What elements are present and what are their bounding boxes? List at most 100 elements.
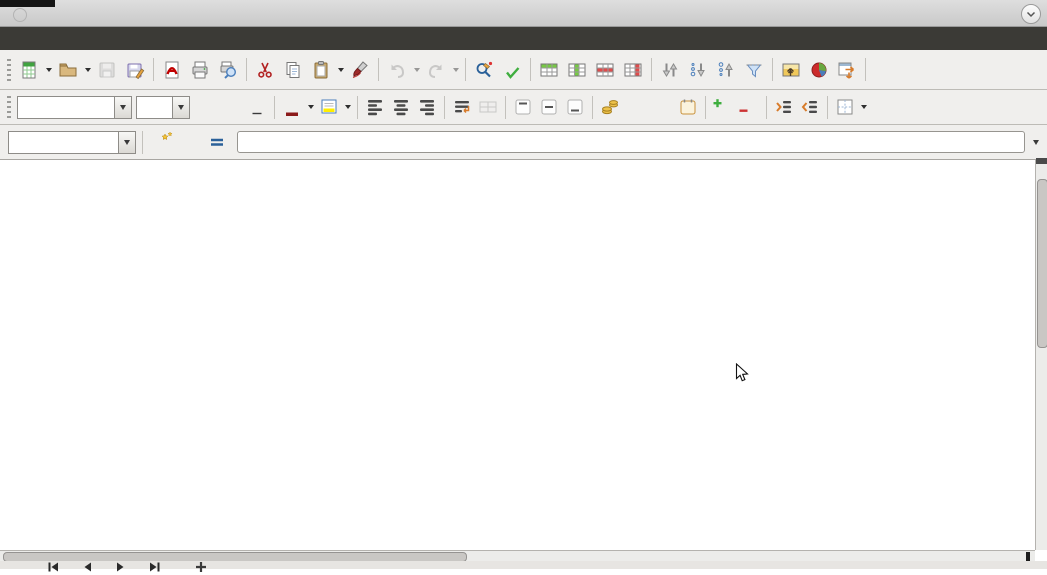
borders-button[interactable] [832, 94, 858, 120]
currency-format-button[interactable] [597, 94, 623, 120]
previous-sheet-button[interactable] [76, 561, 97, 575]
name-box-dropdown[interactable] [118, 131, 136, 154]
center-vertically-button[interactable] [536, 94, 562, 120]
italic-button[interactable] [218, 94, 244, 120]
align-bottom-button[interactable] [562, 94, 588, 120]
title-bar [0, 0, 1047, 27]
highlight-color-button[interactable] [316, 94, 342, 120]
number-format-icon [650, 97, 674, 117]
redo-arrow-icon [426, 60, 446, 80]
last-sheet-button[interactable] [144, 561, 165, 575]
save-button[interactable] [93, 56, 121, 84]
spelling-button[interactable] [498, 56, 526, 84]
clone-formatting-button[interactable] [346, 56, 374, 84]
vertical-scrollbar[interactable] [1035, 160, 1047, 550]
date-format-button[interactable] [675, 94, 701, 120]
toolbar-separator [592, 96, 593, 119]
underline-button[interactable] [244, 94, 270, 120]
add-sheet-button[interactable] [190, 561, 211, 575]
font-size-value[interactable] [136, 96, 172, 119]
freeze-panes-button[interactable] [833, 56, 861, 84]
undo-button[interactable] [383, 56, 411, 84]
insert-row-button[interactable] [535, 56, 563, 84]
paste-button[interactable] [307, 56, 335, 84]
dropdown-triangle-icon [120, 105, 126, 110]
mouse-cursor [735, 363, 749, 384]
sort-button[interactable] [656, 56, 684, 84]
horizontal-scrollbar[interactable] [0, 550, 1035, 561]
new-spreadsheet-icon [19, 60, 39, 80]
paste-dropdown[interactable] [335, 56, 346, 84]
align-right-button[interactable] [414, 94, 440, 120]
autofilter-button[interactable] [740, 56, 768, 84]
open-dropdown[interactable] [82, 56, 93, 84]
increase-indent-button[interactable] [771, 94, 797, 120]
bold-button[interactable] [192, 94, 218, 120]
formatting-toolbar [0, 90, 1047, 125]
toolbar-separator [153, 58, 154, 81]
merge-cells-button[interactable] [475, 94, 501, 120]
insert-image-button[interactable] [777, 56, 805, 84]
wrap-text-button[interactable] [449, 94, 475, 120]
window-shade-button[interactable] [1021, 4, 1041, 24]
delete-column-button[interactable] [619, 56, 647, 84]
find-replace-button[interactable] [470, 56, 498, 84]
new-document-button[interactable] [15, 56, 43, 84]
toolbar-drag-handle[interactable] [7, 59, 11, 81]
new-document-dropdown[interactable] [43, 56, 54, 84]
formula-bar [0, 125, 1047, 160]
decrease-indent-button[interactable] [797, 94, 823, 120]
open-button[interactable] [54, 56, 82, 84]
align-center-button[interactable] [388, 94, 414, 120]
formula-input[interactable] [237, 131, 1025, 153]
export-pdf-button[interactable] [158, 56, 186, 84]
toolbar-separator [705, 96, 706, 119]
function-wizard-button[interactable] [147, 128, 175, 156]
increase-indent-icon [774, 97, 794, 117]
first-sheet-button[interactable] [42, 561, 63, 575]
spreadsheet-grid[interactable] [0, 160, 1035, 550]
copy-button[interactable] [279, 56, 307, 84]
expand-formula-bar-button[interactable] [1029, 140, 1043, 145]
undo-dropdown[interactable] [411, 56, 422, 84]
special-character-button[interactable] [870, 56, 898, 84]
font-name-value[interactable] [17, 96, 114, 119]
insert-chart-button[interactable] [805, 56, 833, 84]
print-button[interactable] [186, 56, 214, 84]
formula-button[interactable] [203, 128, 231, 156]
cut-button[interactable] [251, 56, 279, 84]
redo-button[interactable] [422, 56, 450, 84]
delete-row-button[interactable] [591, 56, 619, 84]
save-as-icon [125, 60, 145, 80]
filter-funnel-icon [744, 60, 764, 80]
percent-format-button[interactable] [623, 94, 649, 120]
vertical-scrollbar-thumb[interactable] [1037, 179, 1047, 348]
redo-dropdown[interactable] [450, 56, 461, 84]
print-preview-button[interactable] [214, 56, 242, 84]
sort-descending-button[interactable] [712, 56, 740, 84]
sum-button[interactable] [175, 128, 203, 156]
borders-dropdown[interactable] [858, 93, 869, 121]
font-name-dropdown[interactable] [114, 96, 132, 119]
delete-decimal-button[interactable] [736, 94, 762, 120]
add-decimal-button[interactable] [710, 94, 736, 120]
vertical-split-handle[interactable] [1036, 158, 1047, 164]
name-box[interactable] [8, 131, 118, 154]
font-size-dropdown[interactable] [172, 96, 190, 119]
align-left-button[interactable] [362, 94, 388, 120]
toolbar-separator [246, 58, 247, 81]
next-sheet-button[interactable] [110, 561, 131, 575]
toolbar-drag-handle[interactable] [7, 96, 11, 118]
font-color-dropdown[interactable] [305, 93, 316, 121]
horizontal-split-handle[interactable] [1026, 552, 1030, 561]
toolbar-separator [357, 96, 358, 119]
sort-ascending-button[interactable] [684, 56, 712, 84]
save-as-button[interactable] [121, 56, 149, 84]
highlight-color-dropdown[interactable] [342, 93, 353, 121]
align-top-button[interactable] [510, 94, 536, 120]
toolbar-separator [274, 96, 275, 119]
number-format-button[interactable] [649, 94, 675, 120]
insert-column-button[interactable] [563, 56, 591, 84]
font-color-button[interactable] [279, 94, 305, 120]
align-top-icon [513, 97, 533, 117]
